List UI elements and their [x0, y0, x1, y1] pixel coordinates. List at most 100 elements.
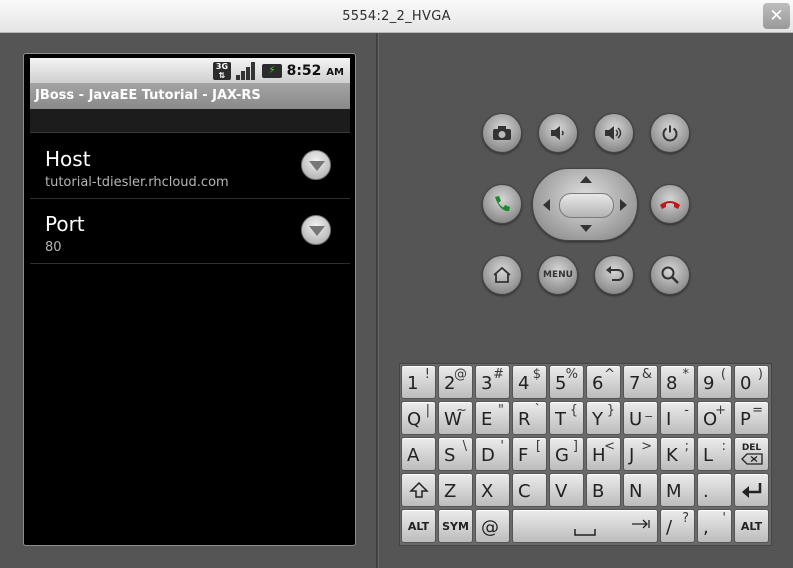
call-button[interactable] — [482, 184, 522, 224]
key-delete[interactable]: DEL — [734, 437, 769, 471]
frame-divider — [376, 33, 379, 568]
key-x[interactable]: X — [475, 473, 510, 507]
delete-icon: DEL — [735, 438, 768, 470]
key-shift[interactable] — [401, 473, 436, 507]
key-main-label: L — [703, 445, 714, 466]
volume-up-icon — [595, 114, 633, 152]
camera-button[interactable] — [482, 113, 522, 153]
dropdown-arrow-icon[interactable] — [301, 215, 331, 245]
device-screen[interactable]: 3G ⇅ ⚡ 8:52 AM JBoss - JavaEE Tutorial - … — [30, 58, 350, 538]
key-alt-label: $ — [532, 367, 541, 382]
key-2[interactable]: 2 @ — [438, 365, 473, 399]
key-g[interactable]: G] — [549, 437, 584, 471]
key-h[interactable]: H < — [586, 437, 621, 471]
preference-host[interactable]: Host tutorial-tdiesler.rhcloud.com — [30, 134, 350, 199]
dpad-down-icon[interactable] — [580, 225, 592, 232]
volume-down-icon — [539, 114, 577, 152]
key-k[interactable]: K; — [660, 437, 695, 471]
key-c[interactable]: C — [512, 473, 547, 507]
key-period[interactable]: . — [697, 473, 732, 507]
key-8[interactable]: 8 * — [660, 365, 695, 399]
key-main-label: 7 — [629, 373, 641, 394]
key-9[interactable]: 9( — [697, 365, 732, 399]
key-y[interactable]: Y} — [586, 401, 621, 435]
key-b[interactable]: B — [586, 473, 621, 507]
key-alt-label: : — [721, 439, 726, 454]
close-icon[interactable]: ✕ — [763, 3, 790, 29]
menu-label: MENU — [543, 270, 573, 280]
key-j[interactable]: J > — [623, 437, 658, 471]
key-6[interactable]: 6 ^ — [586, 365, 621, 399]
dpad-up-icon[interactable] — [580, 176, 592, 183]
key-main-label: N — [629, 481, 643, 502]
key-main-label: B — [592, 481, 605, 502]
key-l[interactable]: L: — [697, 437, 732, 471]
key-w[interactable]: W ~ — [438, 401, 473, 435]
key-alt-label: ( — [720, 367, 726, 382]
key-alt-label: % — [565, 367, 578, 382]
key-alt-right[interactable]: ALT — [734, 509, 769, 543]
preference-port[interactable]: Port 80 — [30, 199, 350, 264]
key-comma[interactable]: , ' — [697, 509, 732, 543]
signal-strength-icon — [236, 62, 258, 80]
key-alt-label: < — [604, 439, 615, 454]
key-t[interactable]: T{ — [549, 401, 584, 435]
dropdown-arrow-icon[interactable] — [301, 150, 331, 180]
key-main-label: 3 — [481, 373, 493, 394]
key-main-label: Q — [407, 409, 422, 430]
key-s[interactable]: S \ — [438, 437, 473, 471]
key-r[interactable]: R ` — [512, 401, 547, 435]
key-slash[interactable]: /? — [660, 509, 695, 543]
key-a[interactable]: A — [401, 437, 436, 471]
key-main-label: , — [703, 517, 709, 538]
key-main-label: J — [629, 445, 635, 466]
key-4[interactable]: 4 $ — [512, 365, 547, 399]
key-alt-label: ) — [757, 367, 763, 382]
key-5[interactable]: 5% — [549, 365, 584, 399]
hardware-keyboard: 1! 2 @3 #4 $5% 6 ^ 7 & 8 * 9(0) Q | W ~ E " R ` T{Y} U _ I - O + P =… — [399, 363, 772, 546]
key-0[interactable]: 0) — [734, 365, 769, 399]
key-sym[interactable]: SYM — [438, 509, 473, 543]
search-button[interactable] — [650, 255, 690, 295]
enter-icon — [735, 474, 768, 506]
key-m[interactable]: M — [660, 473, 695, 507]
volume-down-button[interactable] — [538, 113, 578, 153]
key-z[interactable]: Z — [438, 473, 473, 507]
key-main-label: R — [518, 409, 531, 430]
back-button[interactable] — [594, 255, 634, 295]
key-1[interactable]: 1! — [401, 365, 436, 399]
key-7[interactable]: 7 & — [623, 365, 658, 399]
key-main-label: @ — [481, 517, 499, 538]
phone-hangup-icon — [651, 185, 689, 223]
key-u[interactable]: U _ — [623, 401, 658, 435]
home-button[interactable] — [482, 255, 522, 295]
key-main-label: T — [555, 409, 566, 430]
dpad-left-icon[interactable] — [543, 199, 550, 211]
key-main-label: G — [555, 445, 569, 466]
key-p[interactable]: P = — [734, 401, 769, 435]
key-alt-left[interactable]: ALT — [401, 509, 436, 543]
dpad-right-icon[interactable] — [620, 199, 627, 211]
key-o[interactable]: O + — [697, 401, 732, 435]
key-space[interactable] — [512, 509, 658, 543]
volume-up-button[interactable] — [594, 113, 634, 153]
end-call-button[interactable] — [650, 184, 690, 224]
power-button[interactable] — [650, 113, 690, 153]
menu-button[interactable]: MENU — [538, 255, 578, 295]
key-i[interactable]: I- — [660, 401, 695, 435]
key-n[interactable]: N — [623, 473, 658, 507]
key-alt-label: { — [569, 403, 578, 418]
key-enter[interactable] — [734, 473, 769, 507]
key-3[interactable]: 3 # — [475, 365, 510, 399]
key-at[interactable]: @ — [475, 509, 510, 543]
key-q[interactable]: Q | — [401, 401, 436, 435]
dpad-center-button[interactable] — [559, 193, 614, 218]
key-main-label: 9 — [703, 373, 715, 394]
key-v[interactable]: V — [549, 473, 584, 507]
key-d[interactable]: D ' — [475, 437, 510, 471]
back-icon — [595, 256, 633, 294]
key-e[interactable]: E " — [475, 401, 510, 435]
key-main-label: V — [555, 481, 568, 502]
dpad[interactable] — [532, 168, 638, 241]
key-f[interactable]: F[ — [512, 437, 547, 471]
